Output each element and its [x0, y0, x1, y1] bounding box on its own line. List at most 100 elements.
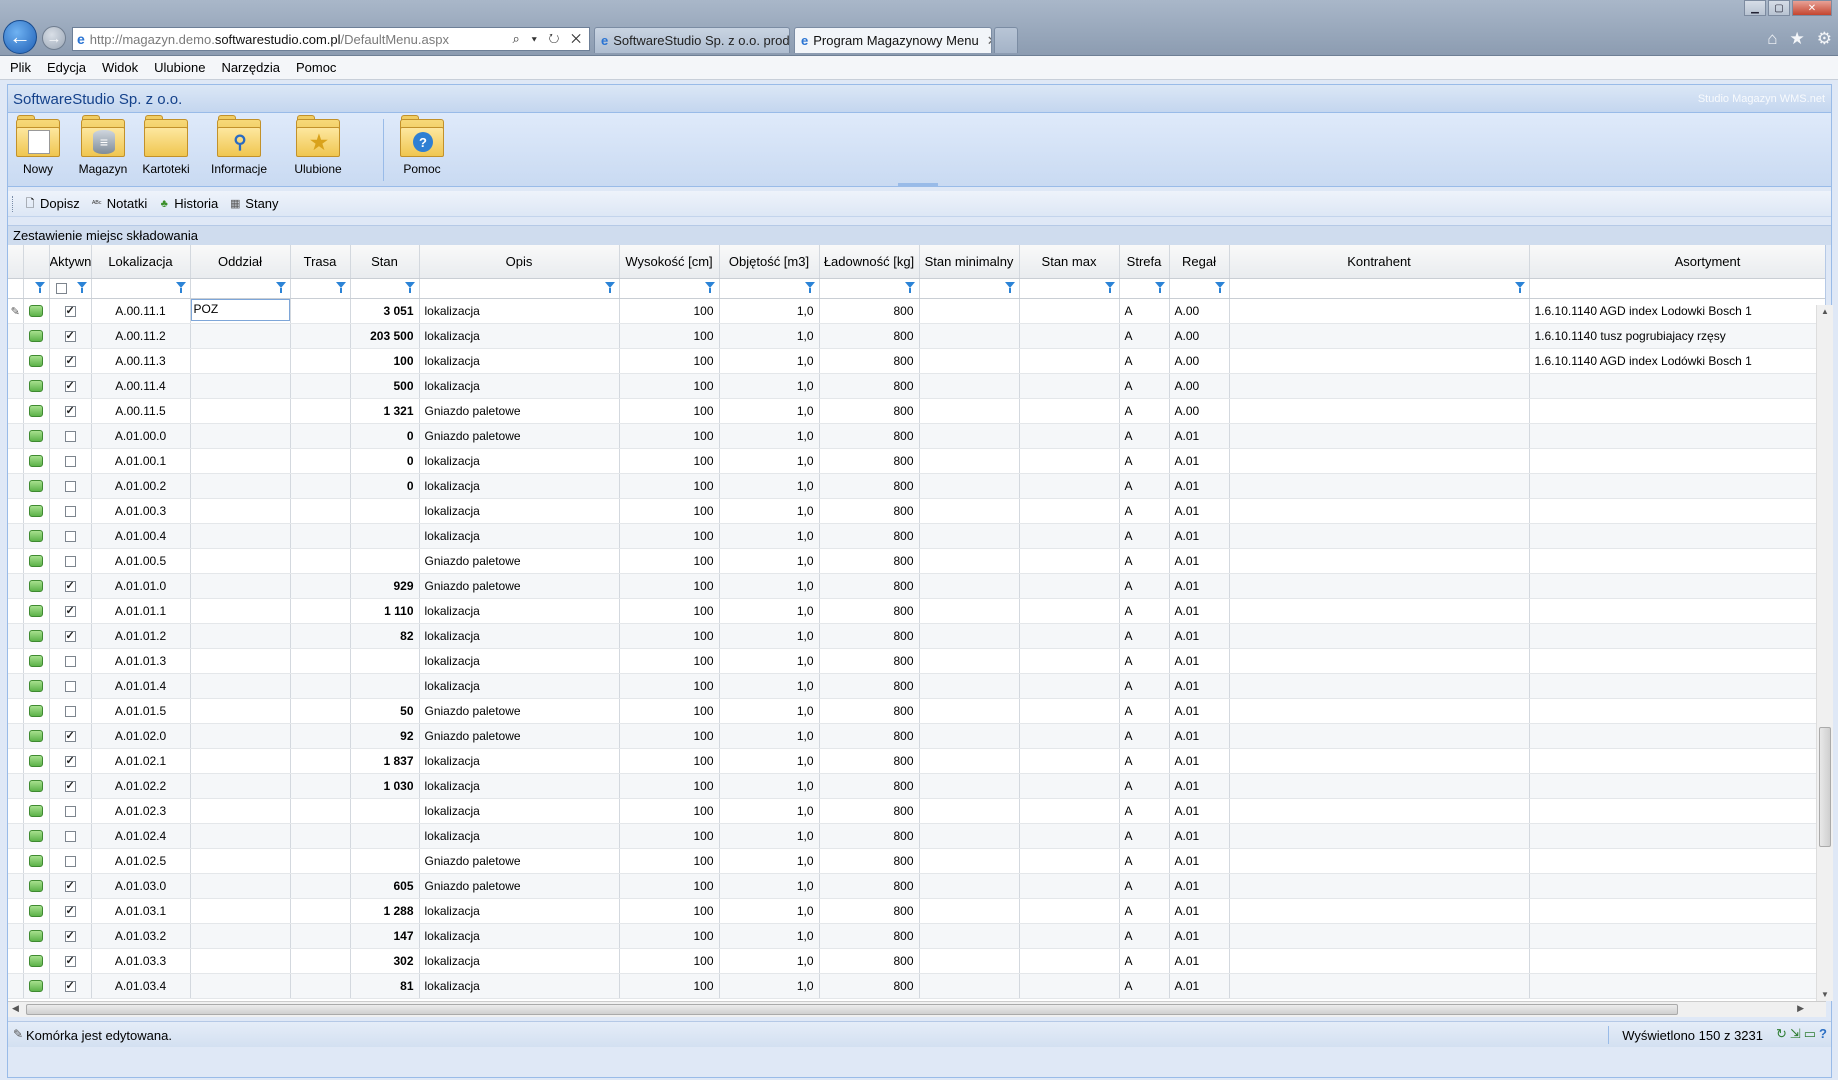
stan-cell[interactable]: 929 [350, 573, 420, 599]
forward-button[interactable]: → [42, 26, 66, 50]
regal-cell[interactable]: A.01 [1169, 798, 1230, 824]
header-opis[interactable]: Opis [419, 245, 620, 279]
table-row[interactable]: A.01.02.4 lokalizacja 100 1,0 800 A A.01 [8, 823, 1825, 849]
status-cell[interactable] [23, 773, 50, 799]
ladownosc-cell[interactable]: 800 [819, 623, 920, 649]
opis-cell[interactable]: lokalizacja [419, 923, 620, 949]
stan-cell[interactable] [350, 798, 420, 824]
lokalizacja-cell[interactable]: A.01.01.4 [91, 673, 191, 699]
maximize-icon[interactable]: ▢ [1768, 0, 1790, 16]
regal-cell[interactable]: A.01 [1169, 548, 1230, 574]
menu-ulubione[interactable]: Ulubione [154, 60, 205, 75]
header-stan[interactable]: Stan [350, 245, 420, 279]
table-row[interactable]: A.01.03.0 605Gniazdo paletowe1001,0800 AA.… [8, 873, 1825, 899]
regal-cell[interactable]: A.01 [1169, 773, 1230, 799]
oddzial-cell[interactable] [190, 498, 291, 524]
wysokosc-cell[interactable]: 100 [619, 548, 720, 574]
kontrahent-cell[interactable] [1229, 898, 1530, 924]
wysokosc-cell[interactable]: 100 [619, 748, 720, 774]
strefa-cell[interactable]: A [1119, 623, 1170, 649]
toolbar-dopisz-button[interactable]: 🗋 Dopisz [21, 195, 82, 212]
stan-minimalny-cell[interactable] [919, 498, 1020, 524]
minimize-icon[interactable]: ▁ [1744, 0, 1766, 16]
stan-minimalny-cell[interactable] [919, 823, 1020, 849]
status-cell[interactable] [23, 723, 50, 749]
kontrahent-cell[interactable] [1229, 548, 1530, 574]
aktywne-checkbox[interactable] [64, 904, 76, 917]
table-row[interactable]: A.01.01.5 50 Gniazdo paletowe 100 1,0 800 A A.0… [8, 698, 1825, 724]
opis-cell[interactable]: lokalizacja [419, 298, 620, 324]
back-button[interactable]: ← [3, 20, 37, 54]
header-regal[interactable]: Regał [1169, 245, 1230, 279]
ladownosc-cell[interactable]: 800 [819, 348, 920, 374]
filter-icon[interactable] [1514, 281, 1525, 293]
browser-tab-2[interactable]: e Program Magazynowy Menu ✕ [794, 27, 992, 53]
ribbon-collapse-grip[interactable] [898, 183, 938, 187]
row-selector[interactable] [8, 948, 24, 974]
tools-gear-icon[interactable]: ⚙ [1817, 29, 1832, 49]
aktywne-cell[interactable] [49, 323, 92, 349]
row-selector[interactable] [8, 448, 24, 474]
lokalizacja-cell[interactable]: A.01.01.2 [91, 623, 191, 649]
regal-cell[interactable]: A.01 [1169, 673, 1230, 699]
wysokosc-cell[interactable]: 100 [619, 473, 720, 499]
objetosc-cell[interactable]: 1,0 [719, 423, 820, 449]
status-cell[interactable] [23, 523, 50, 549]
trasa-cell[interactable] [290, 748, 351, 774]
lokalizacja-cell[interactable]: A.01.01.0 [91, 573, 191, 599]
header-kontrahent[interactable]: Kontrahent [1229, 245, 1530, 279]
status-cell[interactable] [23, 598, 50, 624]
regal-cell[interactable]: A.01 [1169, 598, 1230, 624]
row-selector[interactable] [8, 923, 24, 949]
opis-cell[interactable]: lokalizacja [419, 448, 620, 474]
stan-minimalny-cell[interactable] [919, 873, 1020, 899]
header-lokalizacja[interactable]: Lokalizacja [91, 245, 191, 279]
objetosc-cell[interactable]: 1,0 [719, 473, 820, 499]
lokalizacja-cell[interactable]: A.01.01.1 [91, 598, 191, 624]
stan-max-cell[interactable] [1019, 848, 1120, 874]
aktywne-checkbox[interactable] [64, 929, 76, 942]
menu-pomoc[interactable]: Pomoc [296, 60, 336, 75]
oddzial-cell[interactable] [190, 598, 291, 624]
regal-cell[interactable]: A.01 [1169, 623, 1230, 649]
row-selector[interactable] [8, 398, 24, 424]
row-selector[interactable] [8, 498, 24, 524]
kontrahent-cell[interactable] [1229, 648, 1530, 674]
trasa-cell[interactable] [290, 423, 351, 449]
lokalizacja-cell[interactable]: A.01.02.5 [91, 848, 191, 874]
filter-aktywne-checkbox[interactable] [55, 282, 67, 294]
asortyment-cell[interactable] [1529, 473, 1825, 499]
ladownosc-cell[interactable]: 800 [819, 323, 920, 349]
horizontal-scrollbar[interactable]: ◀ ▶ [8, 1001, 1826, 1017]
filter-icon[interactable] [604, 281, 615, 293]
table-row[interactable]: A.01.00.4 lokalizacja 100 1,0 800 A A.01 [8, 523, 1825, 549]
toolbar-notatki-button[interactable]: ᴬᴮᶜ Notatki [88, 195, 149, 212]
aktywne-cell[interactable] [49, 948, 92, 974]
address-actions-icon[interactable]: ⌕ ▾ ↻ ✕ [513, 31, 585, 47]
ribbon-ulubione-button[interactable]: ★ Ulubione [288, 115, 348, 181]
aktywne-checkbox[interactable] [64, 629, 76, 642]
row-selector[interactable] [8, 623, 24, 649]
stan-max-cell[interactable] [1019, 373, 1120, 399]
trasa-cell[interactable] [290, 848, 351, 874]
strefa-cell[interactable]: A [1119, 848, 1170, 874]
trasa-cell[interactable] [290, 923, 351, 949]
opis-cell[interactable]: Gniazdo paletowe [419, 548, 620, 574]
asortyment-cell[interactable] [1529, 698, 1825, 724]
header-trasa[interactable]: Trasa [290, 245, 351, 279]
strefa-cell[interactable]: A [1119, 473, 1170, 499]
status-cell[interactable] [23, 298, 50, 324]
aktywne-cell[interactable] [49, 473, 92, 499]
row-selector[interactable]: ✎ [8, 298, 24, 324]
table-row[interactable]: A.01.02.0 92Gniazdo paletowe1001,0800 AA.0… [8, 723, 1825, 749]
objetosc-cell[interactable]: 1,0 [719, 948, 820, 974]
objetosc-cell[interactable]: 1,0 [719, 748, 820, 774]
regal-cell[interactable]: A.00 [1169, 323, 1230, 349]
oddzial-cell[interactable] [190, 873, 291, 899]
stan-cell[interactable]: 605 [350, 873, 420, 899]
stan-cell[interactable]: 147 [350, 923, 420, 949]
stan-cell[interactable] [350, 823, 420, 849]
aktywne-checkbox[interactable] [64, 304, 76, 317]
asortyment-cell[interactable] [1529, 673, 1825, 699]
filter-icon[interactable] [76, 281, 87, 293]
